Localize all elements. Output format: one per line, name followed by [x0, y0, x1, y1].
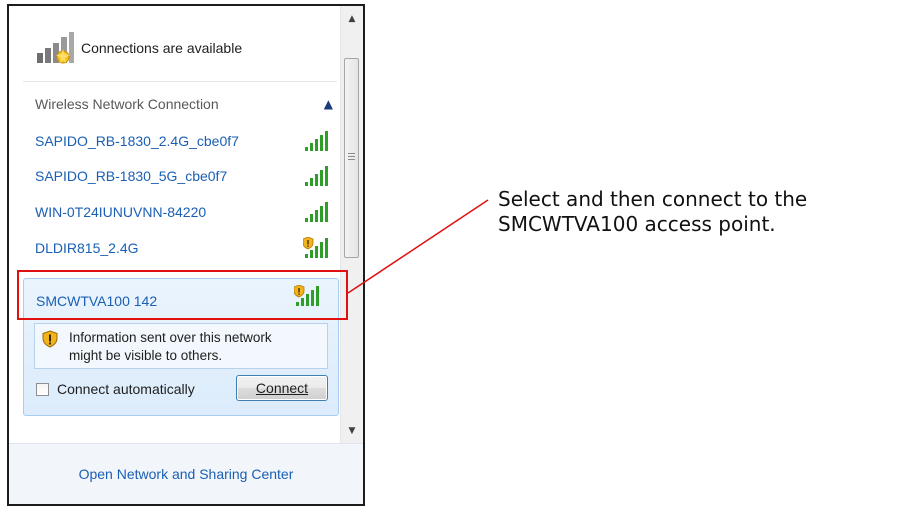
callout-text: Select and then connect to the SMCWTVA10…	[498, 187, 807, 237]
callout-pointer-line	[347, 199, 489, 294]
callout-line-2: SMCWTVA100 access point.	[498, 212, 776, 236]
callout-line-1: Select and then connect to the	[498, 187, 808, 211]
